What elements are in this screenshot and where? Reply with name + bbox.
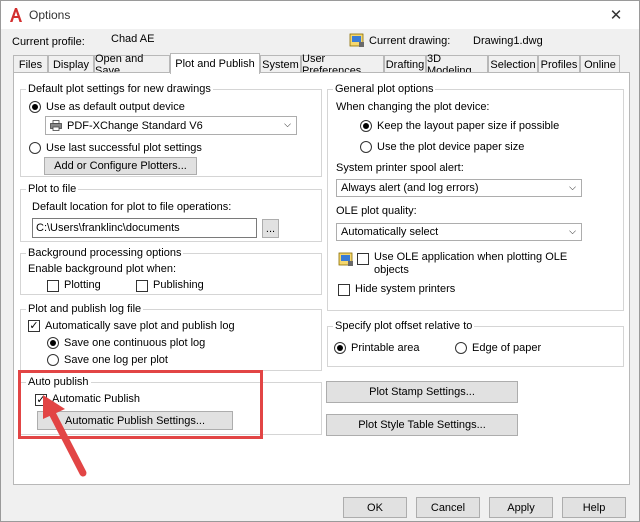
auto-save-log-label: Automatically save plot and publish log	[45, 320, 235, 332]
default-plot-settings-title: Default plot settings for new drawings	[26, 83, 213, 95]
printer-icon	[50, 120, 62, 131]
use-last-successful-radio[interactable]	[29, 142, 41, 154]
default-plot-settings-group: Default plot settings for new drawings U…	[20, 83, 322, 177]
close-button[interactable]: ✕	[593, 1, 639, 29]
use-device-paper-radio[interactable]	[360, 141, 372, 153]
spool-alert-select[interactable]: Always alert (and log errors) ⌵	[336, 179, 582, 197]
tab-drafting[interactable]: Drafting	[384, 55, 426, 73]
ole-quality-label: OLE plot quality:	[336, 205, 417, 217]
ok-button[interactable]: OK	[343, 497, 407, 518]
tab-display[interactable]: Display	[48, 55, 94, 73]
save-continuous-log-label: Save one continuous plot log	[64, 337, 206, 349]
title-bar: Options ✕	[1, 1, 639, 29]
enable-background-label: Enable background plot when:	[28, 263, 176, 275]
help-button[interactable]: Help	[562, 497, 626, 518]
current-drawing-value: Drawing1.dwg	[473, 35, 543, 47]
profile-row: Current profile: Chad AE Current drawing…	[1, 29, 639, 53]
window-title: Options	[29, 8, 71, 22]
plot-to-file-title: Plot to file	[26, 183, 79, 195]
printable-area-radio[interactable]	[334, 342, 346, 354]
auto-save-log-checkbox[interactable]: ✓	[28, 320, 40, 332]
keep-layout-paper-label: Keep the layout paper size if possible	[377, 120, 560, 132]
background-processing-title: Background processing options	[26, 247, 184, 259]
tab-online[interactable]: Online	[580, 55, 620, 73]
publishing-label: Publishing	[153, 279, 204, 291]
autocad-logo-icon	[10, 8, 22, 22]
when-changing-label: When changing the plot device:	[336, 101, 490, 113]
close-icon: ✕	[609, 7, 623, 24]
annotation-arrow-icon	[43, 395, 87, 477]
use-default-device-radio[interactable]	[29, 101, 41, 113]
tab-selection[interactable]: Selection	[488, 55, 538, 73]
use-device-paper-label: Use the plot device paper size	[377, 141, 525, 153]
ole-quality-select[interactable]: Automatically select ⌵	[336, 223, 582, 241]
use-ole-application-label-line1: Use OLE application when plotting OLE	[374, 251, 568, 263]
options-dialog: Options ✕ Current profile: Chad AE Curre…	[0, 0, 640, 522]
spool-alert-value: Always alert (and log errors)	[341, 182, 479, 194]
plot-offset-title: Specify plot offset relative to	[333, 320, 475, 332]
tab-3d-modeling[interactable]: 3D Modeling	[426, 53, 488, 77]
printable-area-label: Printable area	[351, 342, 420, 354]
general-plot-options-group: General plot options When changing the p…	[327, 83, 624, 311]
save-log-per-plot-label: Save one log per plot	[64, 354, 168, 366]
default-location-input[interactable]: C:\Users\franklinc\documents	[32, 218, 257, 238]
ole-quality-value: Automatically select	[341, 226, 439, 238]
plot-to-file-group: Plot to file Default location for plot t…	[20, 183, 322, 242]
current-profile-value: Chad AE	[111, 33, 155, 45]
chevron-down-icon: ⌵	[569, 182, 576, 192]
use-last-successful-label: Use last successful plot settings	[46, 142, 202, 154]
tab-system[interactable]: System	[260, 55, 301, 73]
spool-alert-label: System printer spool alert:	[336, 162, 464, 174]
publishing-checkbox[interactable]	[136, 280, 148, 292]
add-configure-plotters-button[interactable]: Add or Configure Plotters...	[44, 157, 197, 175]
hide-system-printers-label: Hide system printers	[355, 283, 456, 295]
apply-button[interactable]: Apply	[489, 497, 553, 518]
plot-offset-group: Specify plot offset relative to Printabl…	[327, 320, 624, 367]
chevron-down-icon: ⌵	[569, 226, 576, 236]
tab-open-and-save[interactable]: Open and Save	[94, 53, 170, 77]
output-device-select[interactable]: PDF-XChange Standard V6 ⌵	[45, 116, 297, 135]
keep-layout-paper-radio[interactable]	[360, 120, 372, 132]
tab-profiles[interactable]: Profiles	[538, 55, 580, 73]
drawing-icon	[349, 33, 364, 47]
edge-of-paper-radio[interactable]	[455, 342, 467, 354]
browse-button[interactable]: ...	[262, 219, 279, 238]
tab-user-preferences[interactable]: User Preferences	[301, 53, 384, 77]
general-plot-options-title: General plot options	[333, 83, 436, 95]
plotting-checkbox[interactable]	[47, 280, 59, 292]
hide-system-printers-checkbox[interactable]	[338, 284, 350, 296]
tab-plot-and-publish[interactable]: Plot and Publish	[170, 53, 260, 74]
plot-publish-log-group: Plot and publish log file ✓ Automaticall…	[20, 303, 322, 371]
plot-stamp-settings-button[interactable]: Plot Stamp Settings...	[326, 381, 518, 403]
save-log-per-plot-radio[interactable]	[47, 354, 59, 366]
save-continuous-log-radio[interactable]	[47, 337, 59, 349]
plotting-label: Plotting	[64, 279, 101, 291]
default-location-label: Default location for plot to file operat…	[32, 201, 232, 213]
ole-object-icon	[338, 252, 353, 266]
use-ole-application-label-line2: objects	[374, 264, 409, 276]
current-profile-label: Current profile:	[12, 36, 85, 48]
output-device-value: PDF-XChange Standard V6	[67, 119, 203, 132]
use-default-device-label: Use as default output device	[46, 101, 185, 113]
plot-style-table-settings-button[interactable]: Plot Style Table Settings...	[326, 414, 518, 436]
tab-files[interactable]: Files	[13, 55, 48, 73]
background-processing-group: Background processing options Enable bac…	[20, 247, 322, 295]
plot-publish-log-title: Plot and publish log file	[26, 303, 144, 315]
chevron-down-icon: ⌵	[284, 119, 291, 129]
edge-of-paper-label: Edge of paper	[472, 342, 542, 354]
current-drawing-label: Current drawing:	[369, 35, 451, 47]
use-ole-application-checkbox[interactable]	[357, 253, 369, 265]
cancel-button[interactable]: Cancel	[416, 497, 480, 518]
